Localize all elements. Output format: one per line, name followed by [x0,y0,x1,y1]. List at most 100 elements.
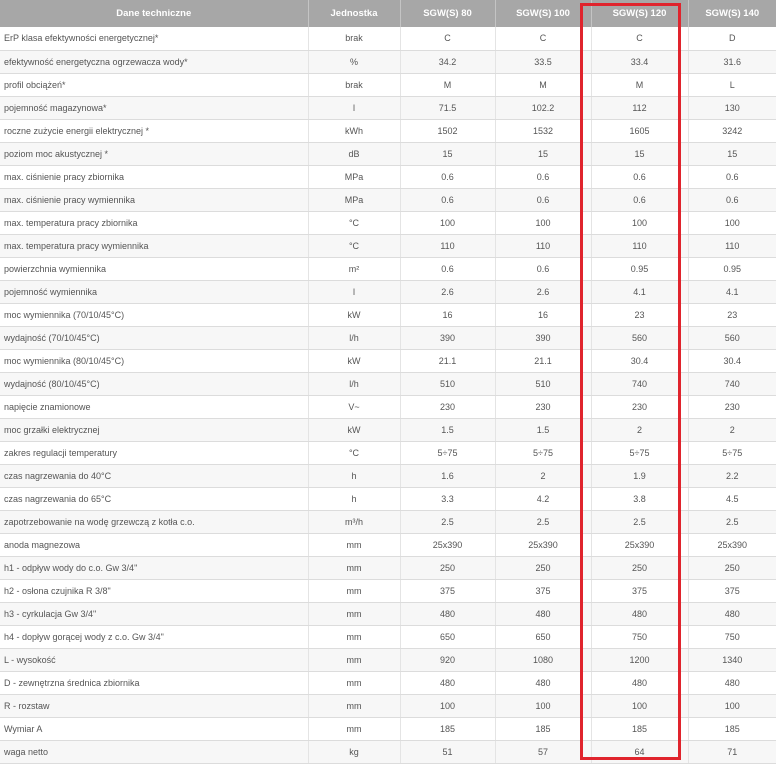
value-sgw120: 25x390 [591,533,689,557]
value-sgw140: 480 [688,671,776,695]
value-sgw120: 30.4 [591,349,689,373]
value-sgw120: 0.6 [591,165,689,189]
param-name: wydajność (70/10/45°C) [0,326,309,350]
value-sgw80: 0.6 [400,165,496,189]
value-sgw100: 390 [495,326,592,350]
unit: l/h [308,326,401,350]
value-sgw80: 100 [400,694,496,718]
value-sgw100: 510 [495,372,592,396]
table-row: L - wysokość mm 920 1080 1200 1340 [0,648,776,672]
unit: °C [308,441,401,465]
value-sgw80: M [400,73,496,97]
table-row: powierzchnia wymiennika m² 0.6 0.6 0.95 0.95 [0,257,776,281]
value-sgw80: 920 [400,648,496,672]
param-name: h3 - cyrkulacja Gw 3/4" [0,602,309,626]
value-sgw120: 5÷75 [591,441,689,465]
unit: V~ [308,395,401,419]
value-sgw140: D [688,27,776,51]
param-name: powierzchnia wymiennika [0,257,309,281]
table-body: ErP klasa efektywności energetycznej* bra… [0,27,776,764]
table-row: pojemność magazynowa* l 71.5 102.2 112 130 [0,96,776,120]
value-sgw120: 100 [591,694,689,718]
param-name: wydajność (80/10/45°C) [0,372,309,396]
value-sgw100: 650 [495,625,592,649]
value-sgw100: 100 [495,694,592,718]
value-sgw100: 185 [495,717,592,741]
unit: kW [308,303,401,327]
value-sgw100: 1.5 [495,418,592,442]
param-name: poziom moc akustycznej * [0,142,309,166]
table-row: zapotrzebowanie na wodę grzewczą z kotła… [0,510,776,534]
unit: °C [308,211,401,235]
value-sgw120: 3.8 [591,487,689,511]
table-header: Dane techniczne Jednostka SGW(S) 80 SGW(… [0,0,776,27]
unit: h [308,487,401,511]
value-sgw80: 480 [400,602,496,626]
header-parameter: Dane techniczne [0,0,309,27]
value-sgw100: 102.2 [495,96,592,120]
param-name: h2 - osłona czujnika R 3/8" [0,579,309,603]
value-sgw120: 2.5 [591,510,689,534]
value-sgw120: 110 [591,234,689,258]
unit: brak [308,73,401,97]
value-sgw140: 2 [688,418,776,442]
value-sgw80: 1.5 [400,418,496,442]
param-name: D - zewnętrzna średnica zbiornika [0,671,309,695]
unit: m² [308,257,401,281]
table-row: roczne zużycie energii elektrycznej * kWh… [0,119,776,143]
value-sgw80: 25x390 [400,533,496,557]
header-model-sgw100: SGW(S) 100 [495,0,592,27]
value-sgw120: 750 [591,625,689,649]
header-model-sgw120: SGW(S) 120 [591,0,689,27]
unit: mm [308,556,401,580]
table-row: anoda magnezowa mm 25x390 25x390 25x390 25x39… [0,533,776,557]
param-name: L - wysokość [0,648,309,672]
value-sgw80: 230 [400,395,496,419]
table-row: max. temperatura pracy wymiennika °C 110 11… [0,234,776,258]
value-sgw100: 1080 [495,648,592,672]
value-sgw100: 25x390 [495,533,592,557]
value-sgw80: 2.6 [400,280,496,304]
unit: l/h [308,372,401,396]
value-sgw120: 23 [591,303,689,327]
param-name: moc wymiennika (70/10/45°C) [0,303,309,327]
value-sgw80: 15 [400,142,496,166]
value-sgw140: 250 [688,556,776,580]
unit: MPa [308,165,401,189]
value-sgw100: 16 [495,303,592,327]
unit: dB [308,142,401,166]
value-sgw80: 480 [400,671,496,695]
value-sgw100: 21.1 [495,349,592,373]
param-name: zapotrzebowanie na wodę grzewczą z kotła… [0,510,309,534]
param-name: moc wymiennika (80/10/45°C) [0,349,309,373]
param-name: moc grzałki elektrycznej [0,418,309,442]
value-sgw140: 130 [688,96,776,120]
value-sgw140: 0.6 [688,188,776,212]
value-sgw140: 71 [688,740,776,764]
table-row: pojemność wymiennika l 2.6 2.6 4.1 4.1 [0,280,776,304]
value-sgw80: 650 [400,625,496,649]
unit: mm [308,625,401,649]
param-name: max. ciśnienie pracy zbiornika [0,165,309,189]
value-sgw100: 4.2 [495,487,592,511]
unit: mm [308,579,401,603]
value-sgw100: 230 [495,395,592,419]
param-name: czas nagrzewania do 40°C [0,464,309,488]
value-sgw140: 230 [688,395,776,419]
table-row: D - zewnętrzna średnica zbiornika mm 480 48… [0,671,776,695]
header-model-sgw140: SGW(S) 140 [688,0,776,27]
value-sgw140: 4.1 [688,280,776,304]
param-name: czas nagrzewania do 65°C [0,487,309,511]
value-sgw140: 110 [688,234,776,258]
table-row: zakres regulacji temperatury °C 5÷75 5÷75 5÷… [0,441,776,465]
table-row: wydajność (80/10/45°C) l/h 510 510 740 740 [0,372,776,396]
header-model-sgw80: SGW(S) 80 [400,0,496,27]
table-row: profil obciążeń* brak M M M L [0,73,776,97]
unit: % [308,50,401,74]
table-row: waga netto kg 51 57 64 71 [0,740,776,764]
table-row: wydajność (70/10/45°C) l/h 390 390 560 560 [0,326,776,350]
value-sgw120: C [591,27,689,51]
unit: mm [308,717,401,741]
value-sgw140: L [688,73,776,97]
value-sgw80: 2.5 [400,510,496,534]
